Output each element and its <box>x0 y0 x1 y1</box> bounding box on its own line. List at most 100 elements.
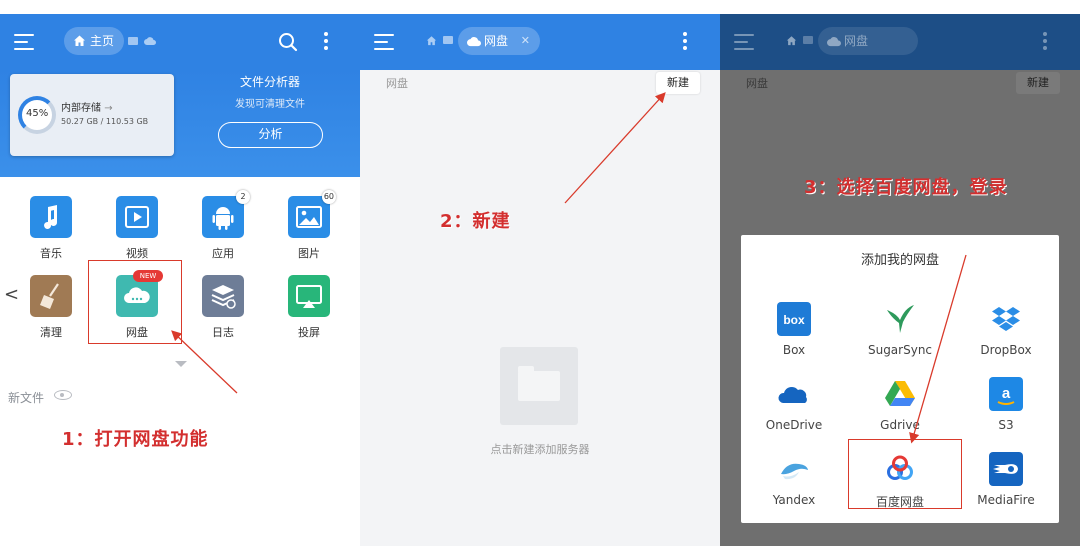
eye-icon[interactable] <box>54 390 72 400</box>
analyzer-subtitle: 发现可清理文件 <box>235 99 305 110</box>
count-badge: 2 <box>236 190 250 204</box>
dropbox-icon <box>989 302 1023 336</box>
service-yandex[interactable]: Yandex <box>744 452 844 507</box>
arrow-right-icon: → <box>104 103 113 114</box>
storage-crumb-icon[interactable] <box>443 36 453 44</box>
music-icon <box>30 196 72 238</box>
yandex-icon <box>777 452 811 486</box>
breadcrumb-home[interactable]: 主页 <box>64 27 125 55</box>
more-options-icon[interactable] <box>323 32 329 52</box>
sugarsync-icon <box>883 302 917 336</box>
s3-icon: a <box>989 377 1023 411</box>
onedrive-icon <box>777 377 811 411</box>
panel-home: 主页 45% 内部存储 → 50.27 GB / 110.53 GB 文件分析器… <box>0 14 360 546</box>
storage-size: 50.27 GB / 110.53 GB <box>61 117 149 126</box>
new-button[interactable]: 新建 <box>1016 72 1060 94</box>
service-s3[interactable]: a S3 <box>956 377 1056 432</box>
service-sugarsync[interactable]: SugarSync <box>850 302 950 357</box>
step-3-annotation: 3：选择百度网盘，登录 <box>804 177 1008 198</box>
service-gdrive[interactable]: Gdrive <box>850 377 950 432</box>
empty-hint: 点击新建添加服务器 <box>490 443 590 456</box>
broom-icon <box>30 275 72 317</box>
tab-label: 网盘 <box>484 34 509 48</box>
home-crumb-icon[interactable] <box>786 35 797 46</box>
storage-crumb-icon[interactable] <box>803 36 813 44</box>
service-box[interactable]: box Box <box>744 302 844 357</box>
expand-icon[interactable] <box>175 361 187 367</box>
menu-icon[interactable] <box>14 34 34 50</box>
cloud-icon <box>467 37 481 47</box>
tab-label: 网盘 <box>844 34 869 48</box>
service-label: Box <box>782 343 806 357</box>
app-label: 应用 <box>212 247 234 260</box>
three-step-tutorial: 主页 45% 内部存储 → 50.27 GB / 110.53 GB 文件分析器… <box>0 0 1080 546</box>
app-label: 投屏 <box>298 326 320 339</box>
folder-icon <box>518 366 560 401</box>
tab-cloud-drive[interactable]: 网盘 <box>818 27 919 55</box>
app-label: 日志 <box>212 326 234 339</box>
chevron-left-icon[interactable]: < <box>4 284 19 305</box>
service-onedrive[interactable]: OneDrive <box>744 377 844 432</box>
more-options-icon[interactable] <box>682 32 688 52</box>
home-crumb-icon[interactable] <box>426 35 437 46</box>
breadcrumb-home-label: 主页 <box>90 34 115 48</box>
panel-cloud-empty: 网盘 ✕ 网盘 新建 点击新建添加服务器 2：新建 <box>360 14 720 546</box>
svg-text:a: a <box>1002 385 1011 402</box>
section-label: 网盘 <box>746 77 768 90</box>
app-label: 视频 <box>126 247 148 260</box>
service-label: DropBox <box>980 343 1032 357</box>
svg-text:box: box <box>783 313 805 327</box>
video-icon <box>116 196 158 238</box>
menu-icon[interactable] <box>734 34 754 50</box>
top-bar: 网盘 ✕ <box>360 14 720 70</box>
count-badge: 60 <box>321 190 336 204</box>
internal-storage-card[interactable]: 45% 内部存储 → 50.27 GB / 110.53 GB <box>10 74 174 156</box>
picture-icon: 60 <box>288 190 336 238</box>
cloud-icon <box>827 37 841 47</box>
app-label: 音乐 <box>40 247 62 260</box>
home-icon <box>74 35 85 46</box>
service-label: OneDrive <box>765 418 823 432</box>
tab-cloud-drive[interactable]: 网盘 ✕ <box>458 27 541 55</box>
service-label: Gdrive <box>880 418 920 432</box>
dialog-title: 添加我的网盘 <box>860 253 939 268</box>
analyze-button[interactable]: 分析 <box>218 122 323 148</box>
search-icon[interactable] <box>278 32 298 52</box>
top-bar: 主页 <box>0 14 360 70</box>
service-label: SugarSync <box>867 343 933 357</box>
box-icon: box <box>777 302 811 336</box>
cloud-crumb-icon[interactable] <box>144 37 156 45</box>
highlight-cloud-drive <box>88 260 182 344</box>
step-2-annotation: 2：新建 <box>440 211 511 232</box>
section-label: 网盘 <box>386 77 408 90</box>
app-cast[interactable]: 投屏 <box>274 275 344 340</box>
recent-files-label: 新文件 <box>8 391 45 405</box>
empty-placeholder <box>500 347 578 425</box>
gdrive-icon <box>883 377 917 411</box>
highlight-baidu-pan <box>848 439 962 509</box>
app-apps[interactable]: 2 应用 <box>188 190 258 261</box>
app-pictures[interactable]: 60 图片 <box>274 190 344 261</box>
app-video[interactable]: 视频 <box>102 196 172 261</box>
service-label: MediaFire <box>977 493 1035 507</box>
storage-percent: 45% <box>26 108 49 119</box>
new-button[interactable]: 新建 <box>656 72 700 94</box>
android-icon: 2 <box>202 190 250 238</box>
app-log[interactable]: 日志 <box>188 275 258 340</box>
storage-name-label: 内部存储 <box>61 103 101 114</box>
close-icon[interactable]: ✕ <box>521 27 530 55</box>
panel-add-cloud-dialog: 网盘 网盘 新建 3：选择百度网盘，登录 添加我的网盘 box Box Suga… <box>720 14 1080 546</box>
menu-icon[interactable] <box>374 34 394 50</box>
service-mediafire[interactable]: MediaFire <box>956 452 1056 507</box>
storage-crumb-icon[interactable] <box>128 37 138 45</box>
cast-icon <box>288 275 330 317</box>
step-1-annotation: 1：打开网盘功能 <box>62 429 209 450</box>
mediafire-icon <box>989 452 1023 486</box>
more-options-icon[interactable] <box>1042 32 1048 52</box>
service-label: S3 <box>998 418 1014 432</box>
storage-name: 内部存储 → <box>61 99 113 114</box>
app-clean[interactable]: 清理 <box>16 275 86 340</box>
app-label: 清理 <box>40 326 62 339</box>
service-dropbox[interactable]: DropBox <box>956 302 1056 357</box>
app-music[interactable]: 音乐 <box>16 196 86 261</box>
